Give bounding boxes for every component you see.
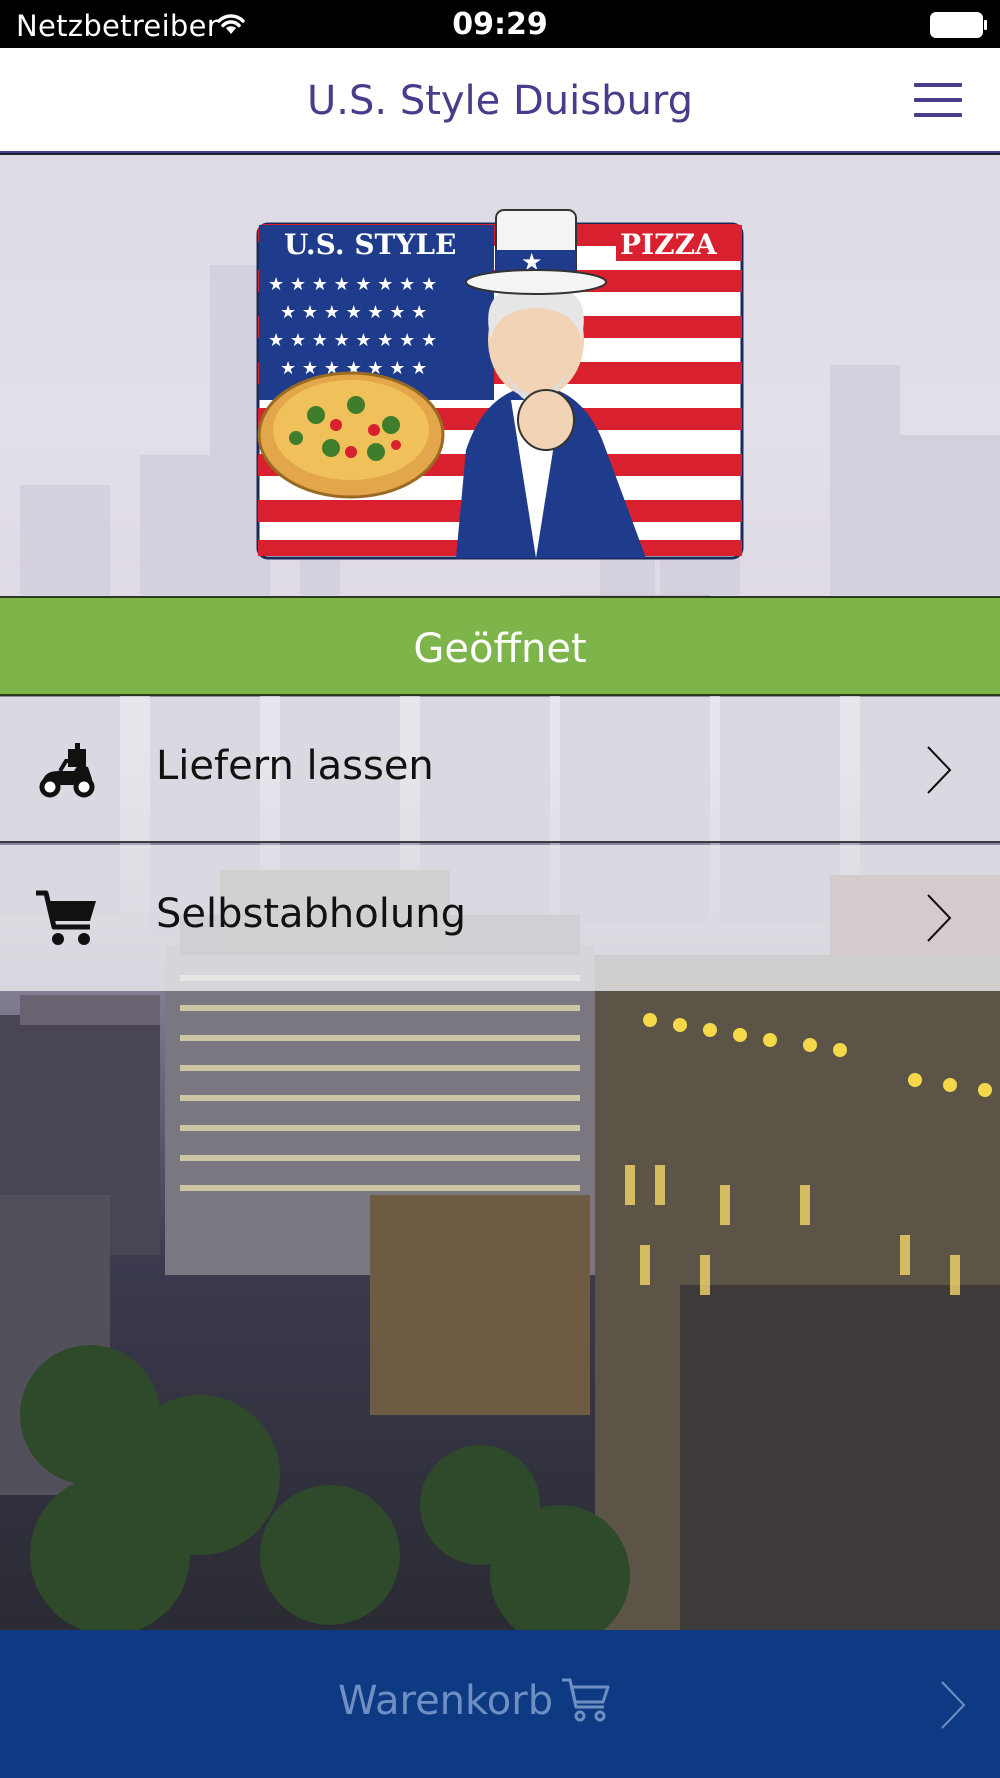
pickup-option-label: Selbstabholung [156, 891, 466, 937]
battery-icon [930, 12, 987, 38]
cart-label: Warenkorb [338, 1678, 554, 1724]
delivery-option-label: Liefern lassen [156, 743, 434, 789]
chevron-right-icon [941, 1681, 966, 1729]
chevron-right-icon [927, 894, 952, 942]
open-status-label: Geöffnet [413, 626, 587, 672]
svg-text:★ ★ ★ ★ ★ ★ ★: ★ ★ ★ ★ ★ ★ ★ [280, 302, 427, 323]
svg-text:★ ★ ★ ★ ★ ★ ★ ★: ★ ★ ★ ★ ★ ★ ★ ★ [268, 330, 437, 351]
open-status-banner: Geöffnet [0, 596, 1000, 696]
logo-text-left: U.S. STYLE [284, 228, 456, 261]
clock: 09:29 [452, 7, 548, 42]
cart-button[interactable]: Warenkorb [0, 1630, 1000, 1778]
navigation-bar: U.S. Style Duisburg [0, 48, 1000, 153]
delivery-option[interactable]: Liefern lassen [0, 697, 1000, 843]
logo-text-right: PIZZA [620, 228, 718, 261]
hamburger-menu-icon[interactable] [914, 81, 962, 119]
restaurant-logo: ★ ★ ★ ★ ★ ★ ★ ★ ★ ★ ★ ★ ★ ★ ★ ★ ★ ★ ★ ★ … [256, 209, 744, 560]
svg-text:★ ★ ★ ★ ★ ★ ★ ★: ★ ★ ★ ★ ★ ★ ★ ★ [268, 274, 437, 295]
delivery-scooter-icon [39, 743, 95, 798]
chevron-right-icon [927, 746, 952, 794]
pickup-option[interactable]: Selbstabholung [0, 845, 1000, 991]
shopping-cart-icon [562, 1678, 610, 1722]
page-title: U.S. Style Duisburg [307, 78, 693, 124]
status-bar: Netzbetreiber 09:29 [0, 0, 1000, 48]
shopping-cart-icon [36, 890, 96, 945]
